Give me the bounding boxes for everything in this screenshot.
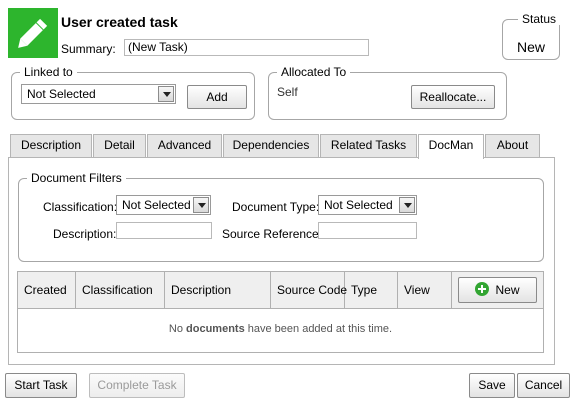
tab-related-tasks[interactable]: Related Tasks: [320, 134, 417, 157]
chevron-down-icon[interactable]: [193, 197, 209, 213]
document-type-selected: Not Selected: [324, 198, 393, 212]
tab-description[interactable]: Description: [10, 134, 92, 157]
summary-input[interactable]: (New Task): [124, 39, 369, 56]
linked-to-legend: Linked to: [24, 65, 73, 79]
column-description[interactable]: Description: [165, 272, 271, 309]
tab-advanced[interactable]: Advanced: [147, 134, 222, 157]
status-legend: Status: [522, 12, 557, 26]
tab-about[interactable]: About: [485, 134, 540, 157]
plus-icon: [475, 282, 490, 296]
classification-label: Classification:: [43, 200, 118, 214]
description-filter-label: Description:: [53, 227, 117, 241]
chevron-down-icon[interactable]: [158, 86, 174, 102]
add-link-button[interactable]: Add: [187, 85, 247, 109]
column-created[interactable]: Created: [18, 272, 76, 309]
reallocate-button[interactable]: Reallocate...: [411, 85, 495, 109]
linked-to-selected: Not Selected: [27, 87, 96, 101]
classification-select[interactable]: Not Selected: [116, 195, 211, 215]
column-type[interactable]: Type: [345, 272, 398, 309]
documents-table: Created Classification Description Sourc…: [17, 271, 544, 353]
complete-task-button[interactable]: Complete Task: [89, 373, 185, 398]
tab-dependencies[interactable]: Dependencies: [223, 134, 319, 157]
tab-docman[interactable]: DocMan: [418, 134, 484, 159]
summary-label: Summary:: [61, 42, 116, 56]
status-value: New: [517, 39, 546, 55]
cancel-button[interactable]: Cancel: [517, 373, 570, 398]
new-document-label: New: [495, 283, 520, 297]
description-filter-input[interactable]: [116, 222, 212, 239]
column-view[interactable]: View: [398, 272, 452, 309]
documents-table-header: Created Classification Description Sourc…: [18, 272, 543, 309]
column-classification[interactable]: Classification: [76, 272, 165, 309]
allocated-to-value: Self: [277, 85, 298, 99]
chevron-down-icon[interactable]: [399, 197, 415, 213]
tab-detail[interactable]: Detail: [93, 134, 146, 157]
empty-documents-message: No documents have been added at this tim…: [168, 323, 393, 335]
document-filters-group: Document Filters: [18, 172, 544, 262]
document-filters-legend: Document Filters: [31, 171, 122, 185]
classification-selected: Not Selected: [122, 198, 191, 212]
linked-to-select[interactable]: Not Selected: [21, 84, 176, 104]
new-document-button[interactable]: New: [458, 277, 537, 303]
task-title: User created task: [61, 14, 178, 30]
start-task-button[interactable]: Start Task: [5, 373, 77, 398]
pencil-icon: [8, 8, 58, 58]
source-reference-input[interactable]: [318, 222, 417, 239]
status-box: Status New: [502, 12, 561, 60]
source-reference-label: Source Reference:: [222, 227, 323, 241]
save-button[interactable]: Save: [469, 373, 515, 398]
document-type-select[interactable]: Not Selected: [318, 195, 417, 215]
allocated-to-legend: Allocated To: [281, 65, 347, 79]
document-type-label: Document Type:: [232, 200, 320, 214]
column-source-code[interactable]: Source Code: [271, 272, 347, 309]
